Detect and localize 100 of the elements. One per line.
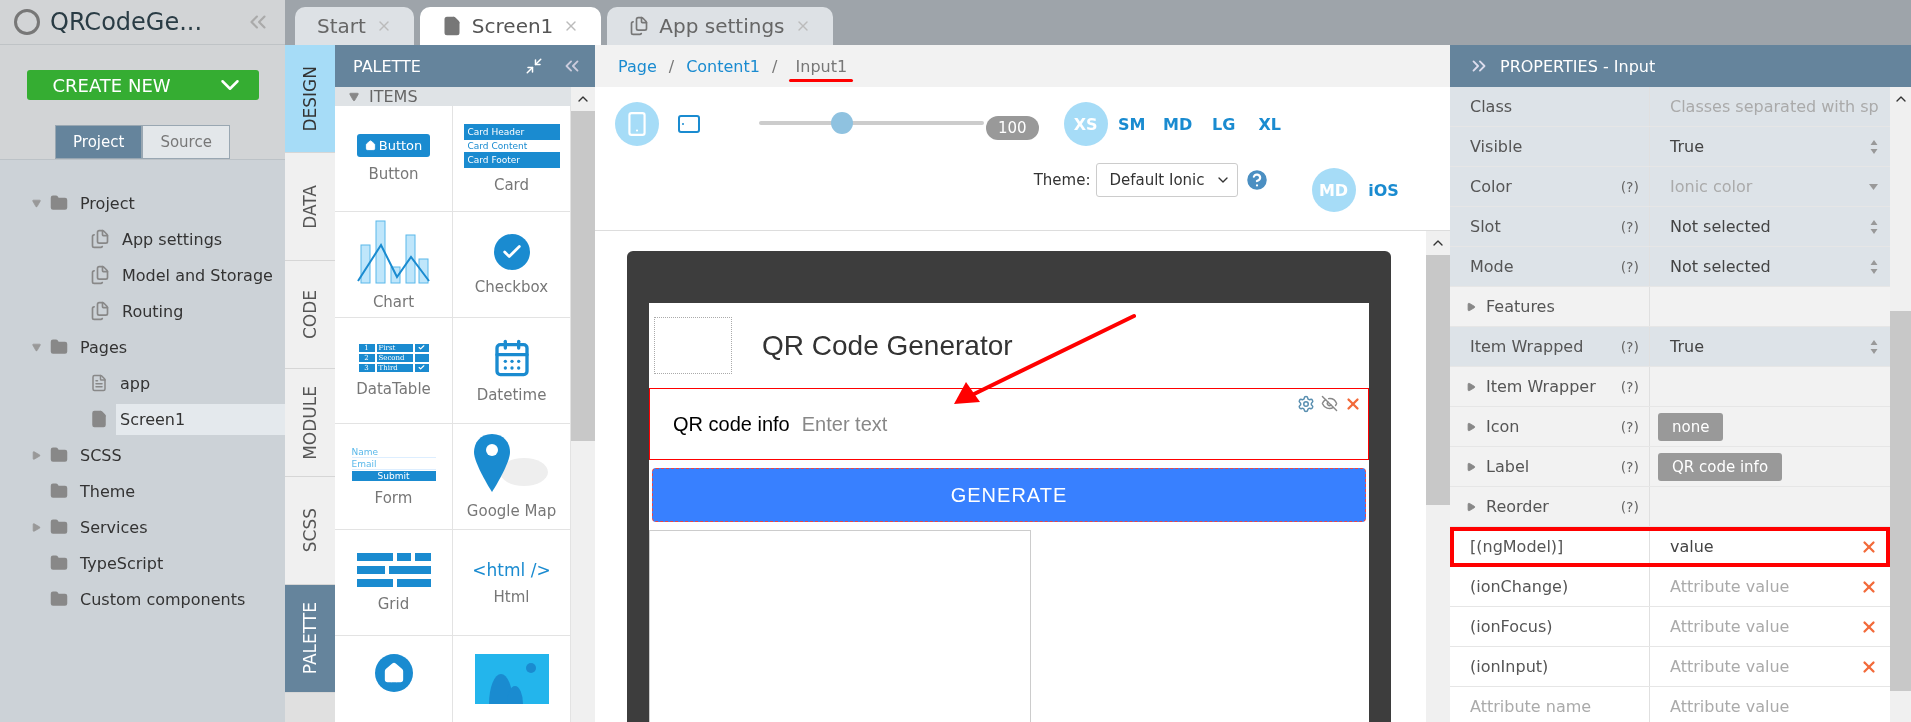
caret-down-icon[interactable] xyxy=(31,342,41,352)
attribute-value-field[interactable]: Attribute value xyxy=(1670,657,1852,676)
section-header[interactable]: ITEMS xyxy=(335,87,571,106)
property-chip[interactable]: QR code info xyxy=(1658,452,1783,481)
palette-item[interactable]: Checkbox xyxy=(453,212,571,318)
file-icon xyxy=(90,410,108,428)
caret-right-icon[interactable] xyxy=(31,450,41,460)
scrollbar-thumb[interactable] xyxy=(571,111,595,441)
palette-item[interactable]: Google Map xyxy=(453,424,571,530)
app-logo xyxy=(14,9,40,35)
tab-label: Screen1 xyxy=(471,14,554,38)
input-item[interactable]: QR code info Enter text xyxy=(649,388,1369,460)
close-icon[interactable] xyxy=(1344,395,1362,413)
palette-item[interactable]: Name Email Submit Form xyxy=(335,424,453,530)
tree-item[interactable]: TypeScript xyxy=(76,547,174,579)
view-toggle[interactable]: Project xyxy=(55,125,143,159)
breadcrumb-link[interactable]: Content1 xyxy=(686,56,760,76)
side-tab[interactable]: DESIGN xyxy=(285,45,335,153)
editor-tab[interactable]: Screen1 xyxy=(419,7,602,45)
tree-item[interactable]: Pages xyxy=(76,331,138,363)
project-title: QRCodeGe... xyxy=(50,8,204,36)
help-mark[interactable]: (?) xyxy=(1620,378,1639,395)
property-select[interactable]: Not selected xyxy=(1670,257,1862,276)
palette-item[interactable]: Chart xyxy=(335,212,453,318)
property-name: Reorder xyxy=(1486,497,1550,516)
property-select[interactable]: True xyxy=(1670,137,1862,156)
breadcrumb-link[interactable]: Input1 xyxy=(795,56,848,76)
tree-item[interactable]: Routing xyxy=(118,295,194,327)
grid-icon xyxy=(356,552,431,587)
expand-icon[interactable] xyxy=(1466,501,1476,512)
tree-item[interactable]: Custom components xyxy=(76,583,256,615)
help-mark[interactable]: (?) xyxy=(1620,178,1639,195)
breakpoint-button[interactable]: LG xyxy=(1201,102,1246,146)
help-mark[interactable]: (?) xyxy=(1620,338,1639,355)
caret-down-icon[interactable] xyxy=(31,198,41,208)
palette-item[interactable]: Grid xyxy=(335,530,453,636)
expand-icon[interactable] xyxy=(1466,421,1476,432)
minimize-icon[interactable] xyxy=(525,57,543,75)
tree-item[interactable]: Services xyxy=(76,511,158,543)
property-select[interactable]: True xyxy=(1670,337,1862,356)
property-select[interactable]: Not selected xyxy=(1670,217,1862,236)
attribute-value-field[interactable]: Attribute value xyxy=(1670,577,1852,596)
attribute-name-field[interactable]: Attribute name xyxy=(1470,697,1639,716)
caret-right-icon[interactable] xyxy=(31,522,41,532)
help-mark[interactable]: (?) xyxy=(1620,498,1639,515)
card-text: Card Content xyxy=(463,139,560,152)
scrollbar-thumb[interactable] xyxy=(1890,311,1911,691)
generate-button[interactable]: GENERATE xyxy=(652,468,1366,522)
view-toggle[interactable]: Source xyxy=(142,125,230,159)
tree-item[interactable]: Model and Storage xyxy=(118,259,283,291)
property-chip[interactable]: none xyxy=(1658,412,1724,441)
tree-item[interactable]: Screen1 xyxy=(116,403,285,435)
slider-thumb[interactable] xyxy=(831,112,854,134)
files-icon xyxy=(629,16,650,36)
attribute-value-field[interactable]: Attribute value xyxy=(1670,617,1852,636)
breakpoint-button[interactable]: SM xyxy=(1109,102,1154,146)
property-name: Class xyxy=(1470,97,1514,116)
help-mark[interactable]: (?) xyxy=(1620,458,1639,475)
property-name: Slot xyxy=(1470,217,1502,236)
zoom-slider[interactable] xyxy=(759,112,984,134)
property-name: Color xyxy=(1470,177,1513,196)
caret-down-icon[interactable] xyxy=(349,91,359,102)
theme-select[interactable]: Default Ionic xyxy=(1096,163,1238,197)
create-new-button[interactable]: CREATE NEW xyxy=(26,70,259,100)
theme-label: Theme: xyxy=(1033,171,1091,189)
tree-item[interactable]: SCSS xyxy=(76,439,132,471)
dropdown-arrow-icon xyxy=(1869,183,1878,190)
tree-item[interactable]: app xyxy=(116,367,161,399)
help-mark[interactable]: (?) xyxy=(1620,218,1639,235)
breadcrumb-link[interactable]: Page xyxy=(618,56,657,76)
form-text: Name xyxy=(351,446,436,458)
select-arrows-icon xyxy=(1870,258,1878,275)
form-text: Email xyxy=(351,458,436,470)
palette-item[interactable]: Card Header Card Content Card Footer Card xyxy=(453,106,571,212)
expand-icon[interactable] xyxy=(1466,301,1476,312)
breakpoint-button[interactable]: XL xyxy=(1247,102,1292,146)
editor-tab[interactable]: Start xyxy=(295,7,414,45)
tree-item[interactable]: Project xyxy=(76,187,145,219)
tree-item[interactable]: App settings xyxy=(118,223,233,255)
scrollbar-thumb[interactable] xyxy=(1426,255,1450,505)
breakpoint-button[interactable]: MD xyxy=(1155,102,1200,146)
tablet-icon xyxy=(677,112,701,136)
folder-icon xyxy=(50,446,68,464)
folder-icon xyxy=(50,482,68,500)
settings-icon[interactable] xyxy=(1297,395,1315,413)
tree-item[interactable]: Theme xyxy=(76,475,146,507)
help-mark[interactable]: (?) xyxy=(1620,418,1639,435)
attribute-value-field[interactable]: value xyxy=(1670,537,1852,556)
mode-button[interactable]: iOS xyxy=(1361,168,1406,212)
files-icon xyxy=(90,265,110,285)
palette-item[interactable]: Button Button xyxy=(335,106,453,212)
attribute-value-field[interactable]: Attribute value xyxy=(1670,697,1878,716)
hide-icon[interactable] xyxy=(1321,395,1338,412)
expand-icon[interactable] xyxy=(1466,461,1476,472)
input-label: QR code info xyxy=(673,412,790,436)
side-tab[interactable]: PALETTE xyxy=(285,585,335,693)
expand-icon[interactable] xyxy=(1466,381,1476,392)
editor-tab[interactable]: App settings xyxy=(607,7,833,45)
card-text: Card Header xyxy=(466,125,526,138)
help-mark[interactable]: (?) xyxy=(1620,258,1639,275)
